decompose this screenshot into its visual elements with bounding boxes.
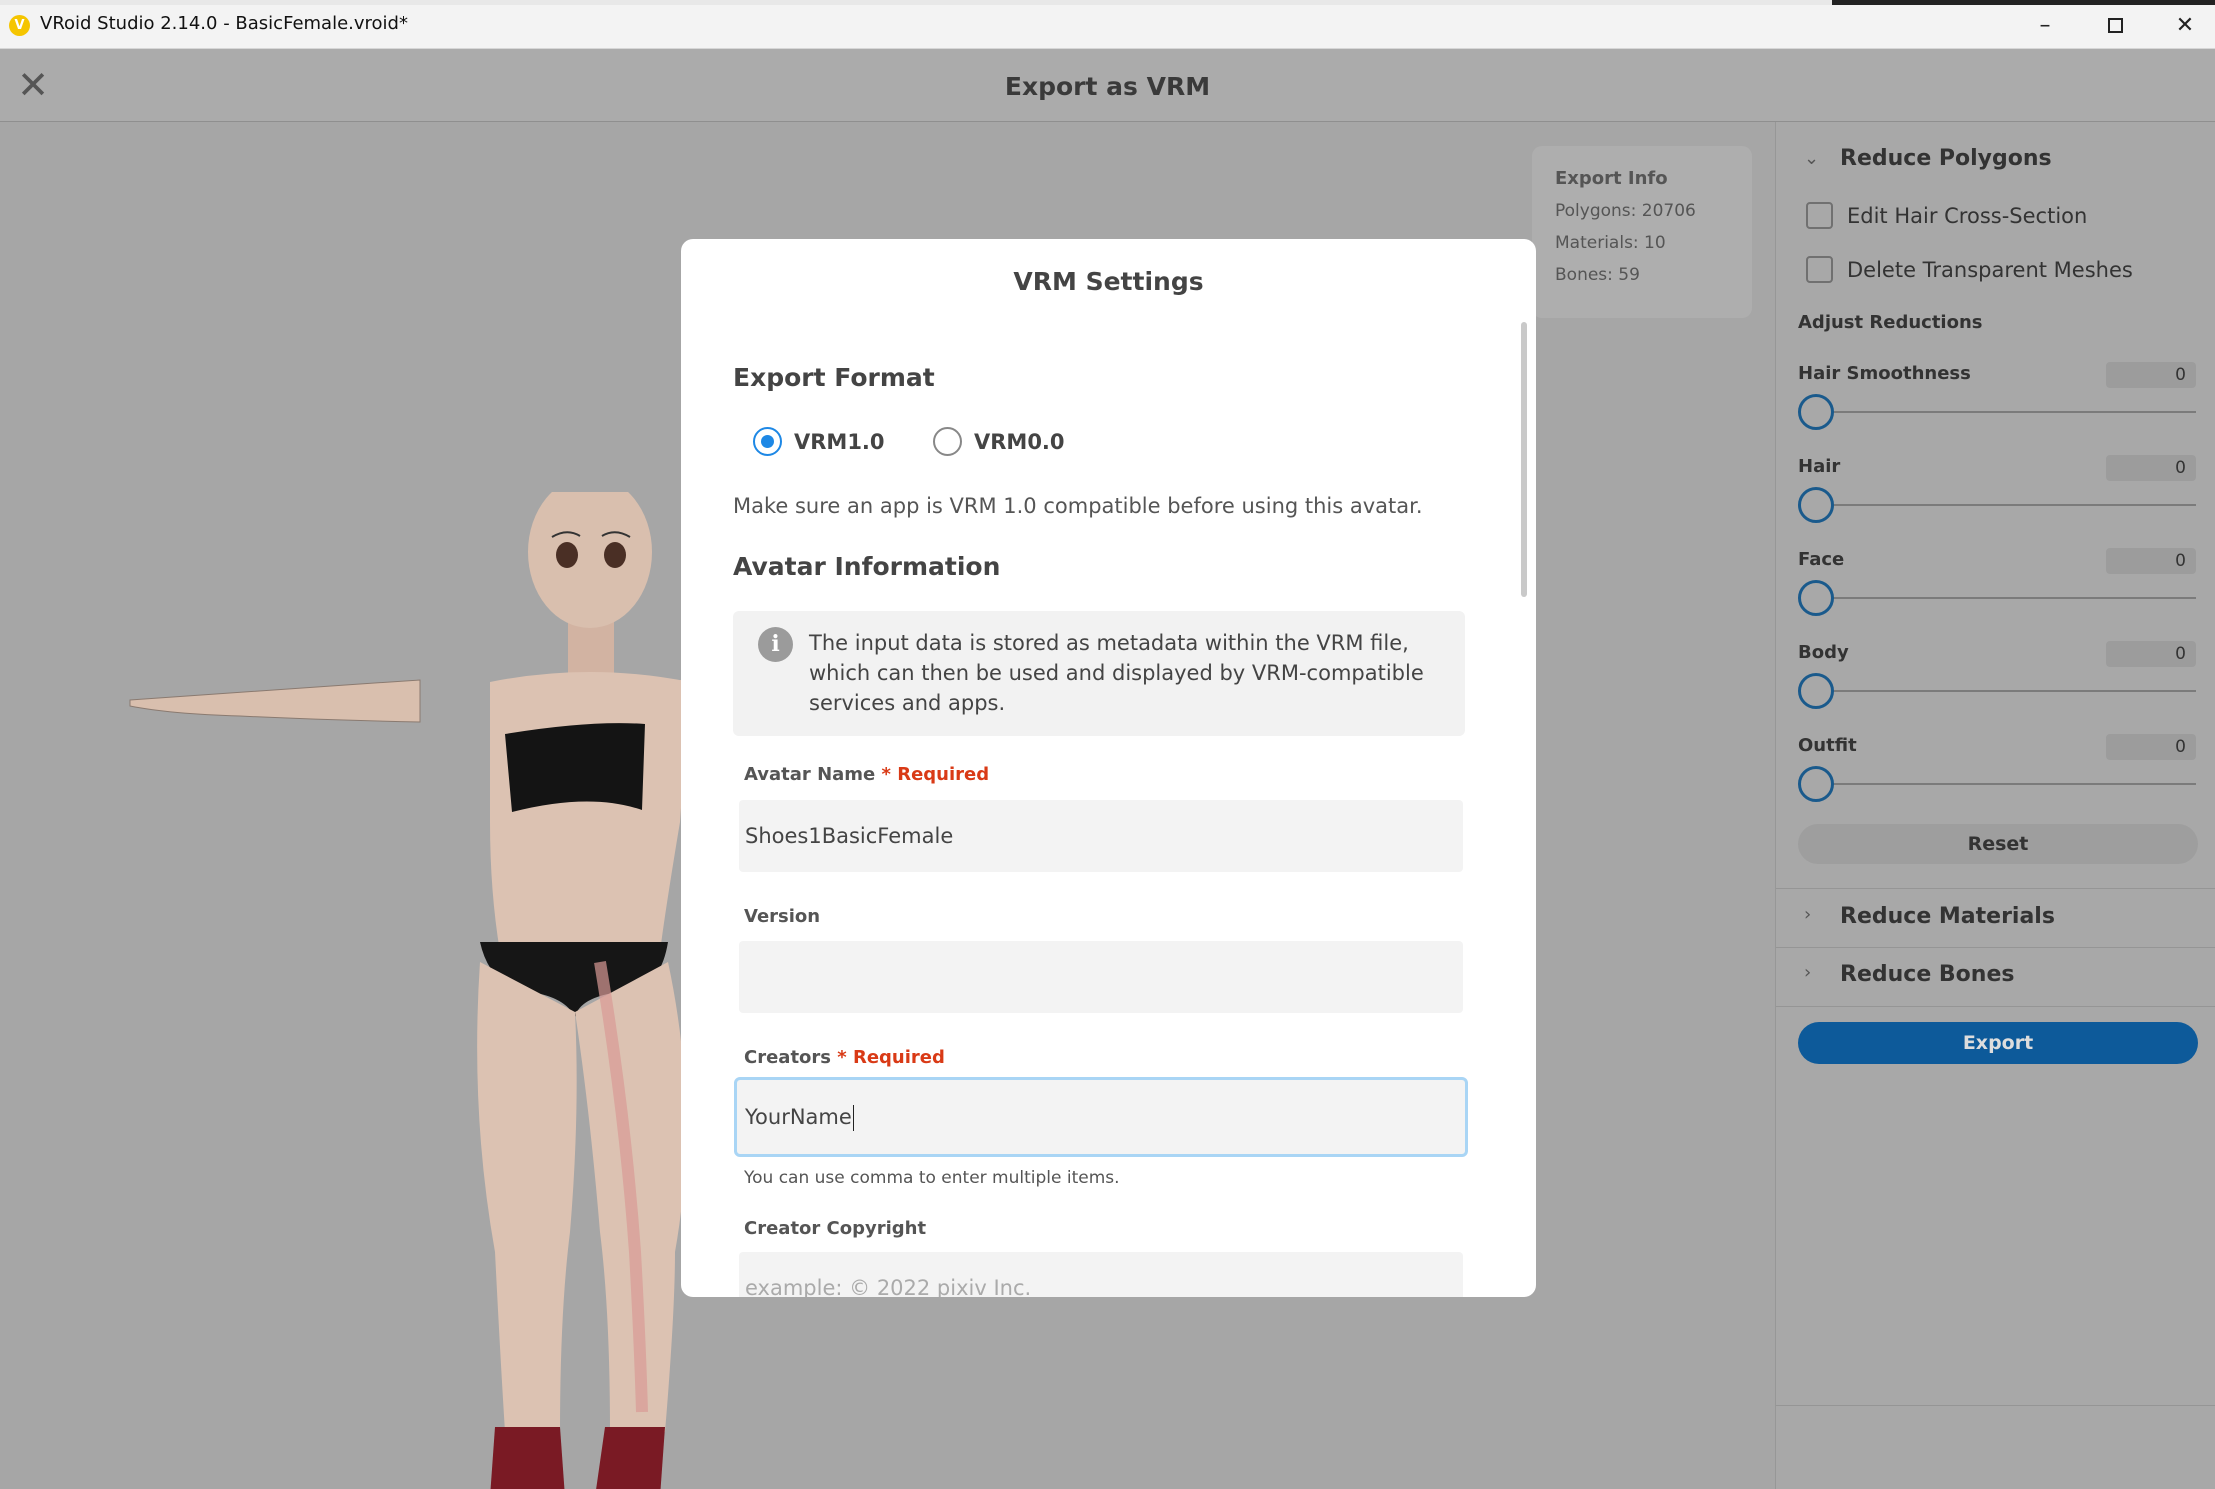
edit-hair-cross-section-checkbox[interactable] [1806, 202, 1833, 229]
slider-label-face: Face [1798, 549, 1845, 570]
minimize-button[interactable]: – [2020, 8, 2070, 42]
compat-note: Make sure an app is VRM 1.0 compatible b… [733, 494, 1423, 518]
avatar-information-heading: Avatar Information [733, 552, 1001, 581]
info-text: The input data is stored as metadata wit… [809, 631, 1424, 715]
divider [1776, 1006, 2215, 1007]
export-settings-panel: ⌄ Reduce Polygons Edit Hair Cross-Sectio… [1775, 122, 2215, 1489]
metadata-info-box: i The input data is stored as metadata w… [733, 611, 1465, 736]
edit-hair-cross-section-label: Edit Hair Cross-Section [1847, 203, 2088, 228]
version-field[interactable] [739, 941, 1463, 1013]
slider-thumb-face[interactable] [1798, 580, 1834, 616]
page-title: Export as VRM [1004, 72, 1211, 101]
creator-copyright-label: Creator Copyright [744, 1218, 927, 1239]
maximize-icon [2107, 17, 2123, 33]
window-titlebar: V VRoid Studio 2.14.0 - BasicFemale.vroi… [0, 0, 2215, 49]
slider-value-hair-smoothness[interactable]: 0 [2106, 362, 2196, 388]
export-info-panel: Export Info Polygons: 20706 Materials: 1… [1532, 146, 1752, 318]
adjust-reductions-heading: Adjust Reductions [1798, 312, 1983, 333]
required-marker: * Required [837, 1047, 945, 1068]
slider-track-hair-smoothness[interactable] [1816, 411, 2196, 413]
radio-vrm0[interactable] [933, 427, 962, 456]
slider-value-hair[interactable]: 0 [2106, 455, 2196, 481]
dialog-title: VRM Settings [1013, 267, 1204, 296]
creators-label: Creators * Required [744, 1047, 945, 1068]
radio-label-vrm1: VRM1.0 [794, 429, 885, 454]
reduce-materials-heading[interactable]: Reduce Materials [1840, 904, 2055, 929]
version-label: Version [744, 906, 821, 927]
slider-track-outfit[interactable] [1816, 783, 2196, 785]
taskbar-strip-dark [1832, 0, 2215, 5]
avatar-name-label: Avatar Name * Required [744, 764, 989, 785]
avatar-name-field[interactable]: Shoes1BasicFemale [739, 800, 1463, 872]
format-option-vrm0[interactable]: VRM0.0 [933, 427, 1065, 456]
vroid-logo-icon: V [9, 15, 30, 36]
window-title: VRoid Studio 2.14.0 - BasicFemale.vroid* [40, 13, 408, 34]
maximize-button[interactable] [2090, 8, 2140, 42]
reset-button[interactable]: Reset [1798, 824, 2198, 864]
radio-vrm1[interactable] [753, 427, 782, 456]
material-count: Materials: 10 [1555, 233, 1666, 253]
creators-label-text: Creators [744, 1047, 832, 1068]
delete-transparent-meshes-checkbox[interactable] [1806, 256, 1833, 283]
window-close-button[interactable]: ✕ [2160, 8, 2210, 42]
divider [1776, 888, 2215, 889]
dialog-scrollbar[interactable] [1521, 322, 1527, 597]
required-marker: * Required [881, 764, 990, 785]
slider-track-face[interactable] [1816, 597, 2196, 599]
creators-field[interactable]: YourName [734, 1077, 1468, 1157]
avatar-model [129, 492, 720, 1489]
export-button[interactable]: Export [1798, 1022, 2198, 1064]
text-caret [852, 1105, 854, 1131]
slider-label-hair: Hair [1798, 456, 1841, 477]
creators-field-value: YourName [745, 1105, 852, 1129]
slider-value-outfit[interactable]: 0 [2106, 734, 2196, 760]
reduce-polygons-heading[interactable]: Reduce Polygons [1840, 146, 2052, 171]
slider-thumb-hair-smoothness[interactable] [1798, 394, 1834, 430]
bone-count: Bones: 59 [1555, 265, 1640, 285]
reduce-bones-heading[interactable]: Reduce Bones [1840, 962, 2014, 987]
divider [1776, 1405, 2215, 1406]
creator-copyright-placeholder: example: © 2022 pixiv Inc. [745, 1276, 1032, 1297]
slider-value-body[interactable]: 0 [2106, 641, 2196, 667]
vrm-settings-dialog: VRM Settings Export Format VRM1.0 VRM0.0… [681, 239, 1536, 1297]
slider-track-hair[interactable] [1816, 504, 2196, 506]
format-option-vrm1[interactable]: VRM1.0 [753, 427, 885, 456]
slider-thumb-body[interactable] [1798, 673, 1834, 709]
polygon-count: Polygons: 20706 [1555, 201, 1696, 221]
slider-label-body: Body [1798, 642, 1849, 663]
radio-label-vrm0: VRM0.0 [974, 429, 1065, 454]
chevron-down-icon[interactable]: ⌄ [1804, 148, 1819, 169]
delete-transparent-meshes-option[interactable]: Delete Transparent Meshes [1806, 256, 2133, 283]
avatar-name-label-text: Avatar Name [744, 764, 876, 785]
creator-copyright-field[interactable]: example: © 2022 pixiv Inc. [739, 1252, 1463, 1297]
chevron-right-icon[interactable]: › [1804, 904, 1811, 925]
slider-value-face[interactable]: 0 [2106, 548, 2196, 574]
creators-hint: You can use comma to enter multiple item… [744, 1168, 1120, 1188]
taskbar-strip [0, 0, 2215, 5]
slider-thumb-hair[interactable] [1798, 487, 1834, 523]
info-icon: i [758, 627, 793, 662]
slider-label-outfit: Outfit [1798, 735, 1857, 756]
export-info-heading: Export Info [1555, 168, 1668, 189]
divider [1776, 947, 2215, 948]
edit-hair-cross-section-option[interactable]: Edit Hair Cross-Section [1806, 202, 2087, 229]
delete-transparent-meshes-label: Delete Transparent Meshes [1847, 257, 2133, 282]
slider-thumb-outfit[interactable] [1798, 766, 1834, 802]
chevron-right-icon[interactable]: › [1804, 962, 1811, 983]
slider-track-body[interactable] [1816, 690, 2196, 692]
export-format-heading: Export Format [733, 363, 935, 392]
slider-label-hair-smoothness: Hair Smoothness [1798, 363, 1971, 384]
